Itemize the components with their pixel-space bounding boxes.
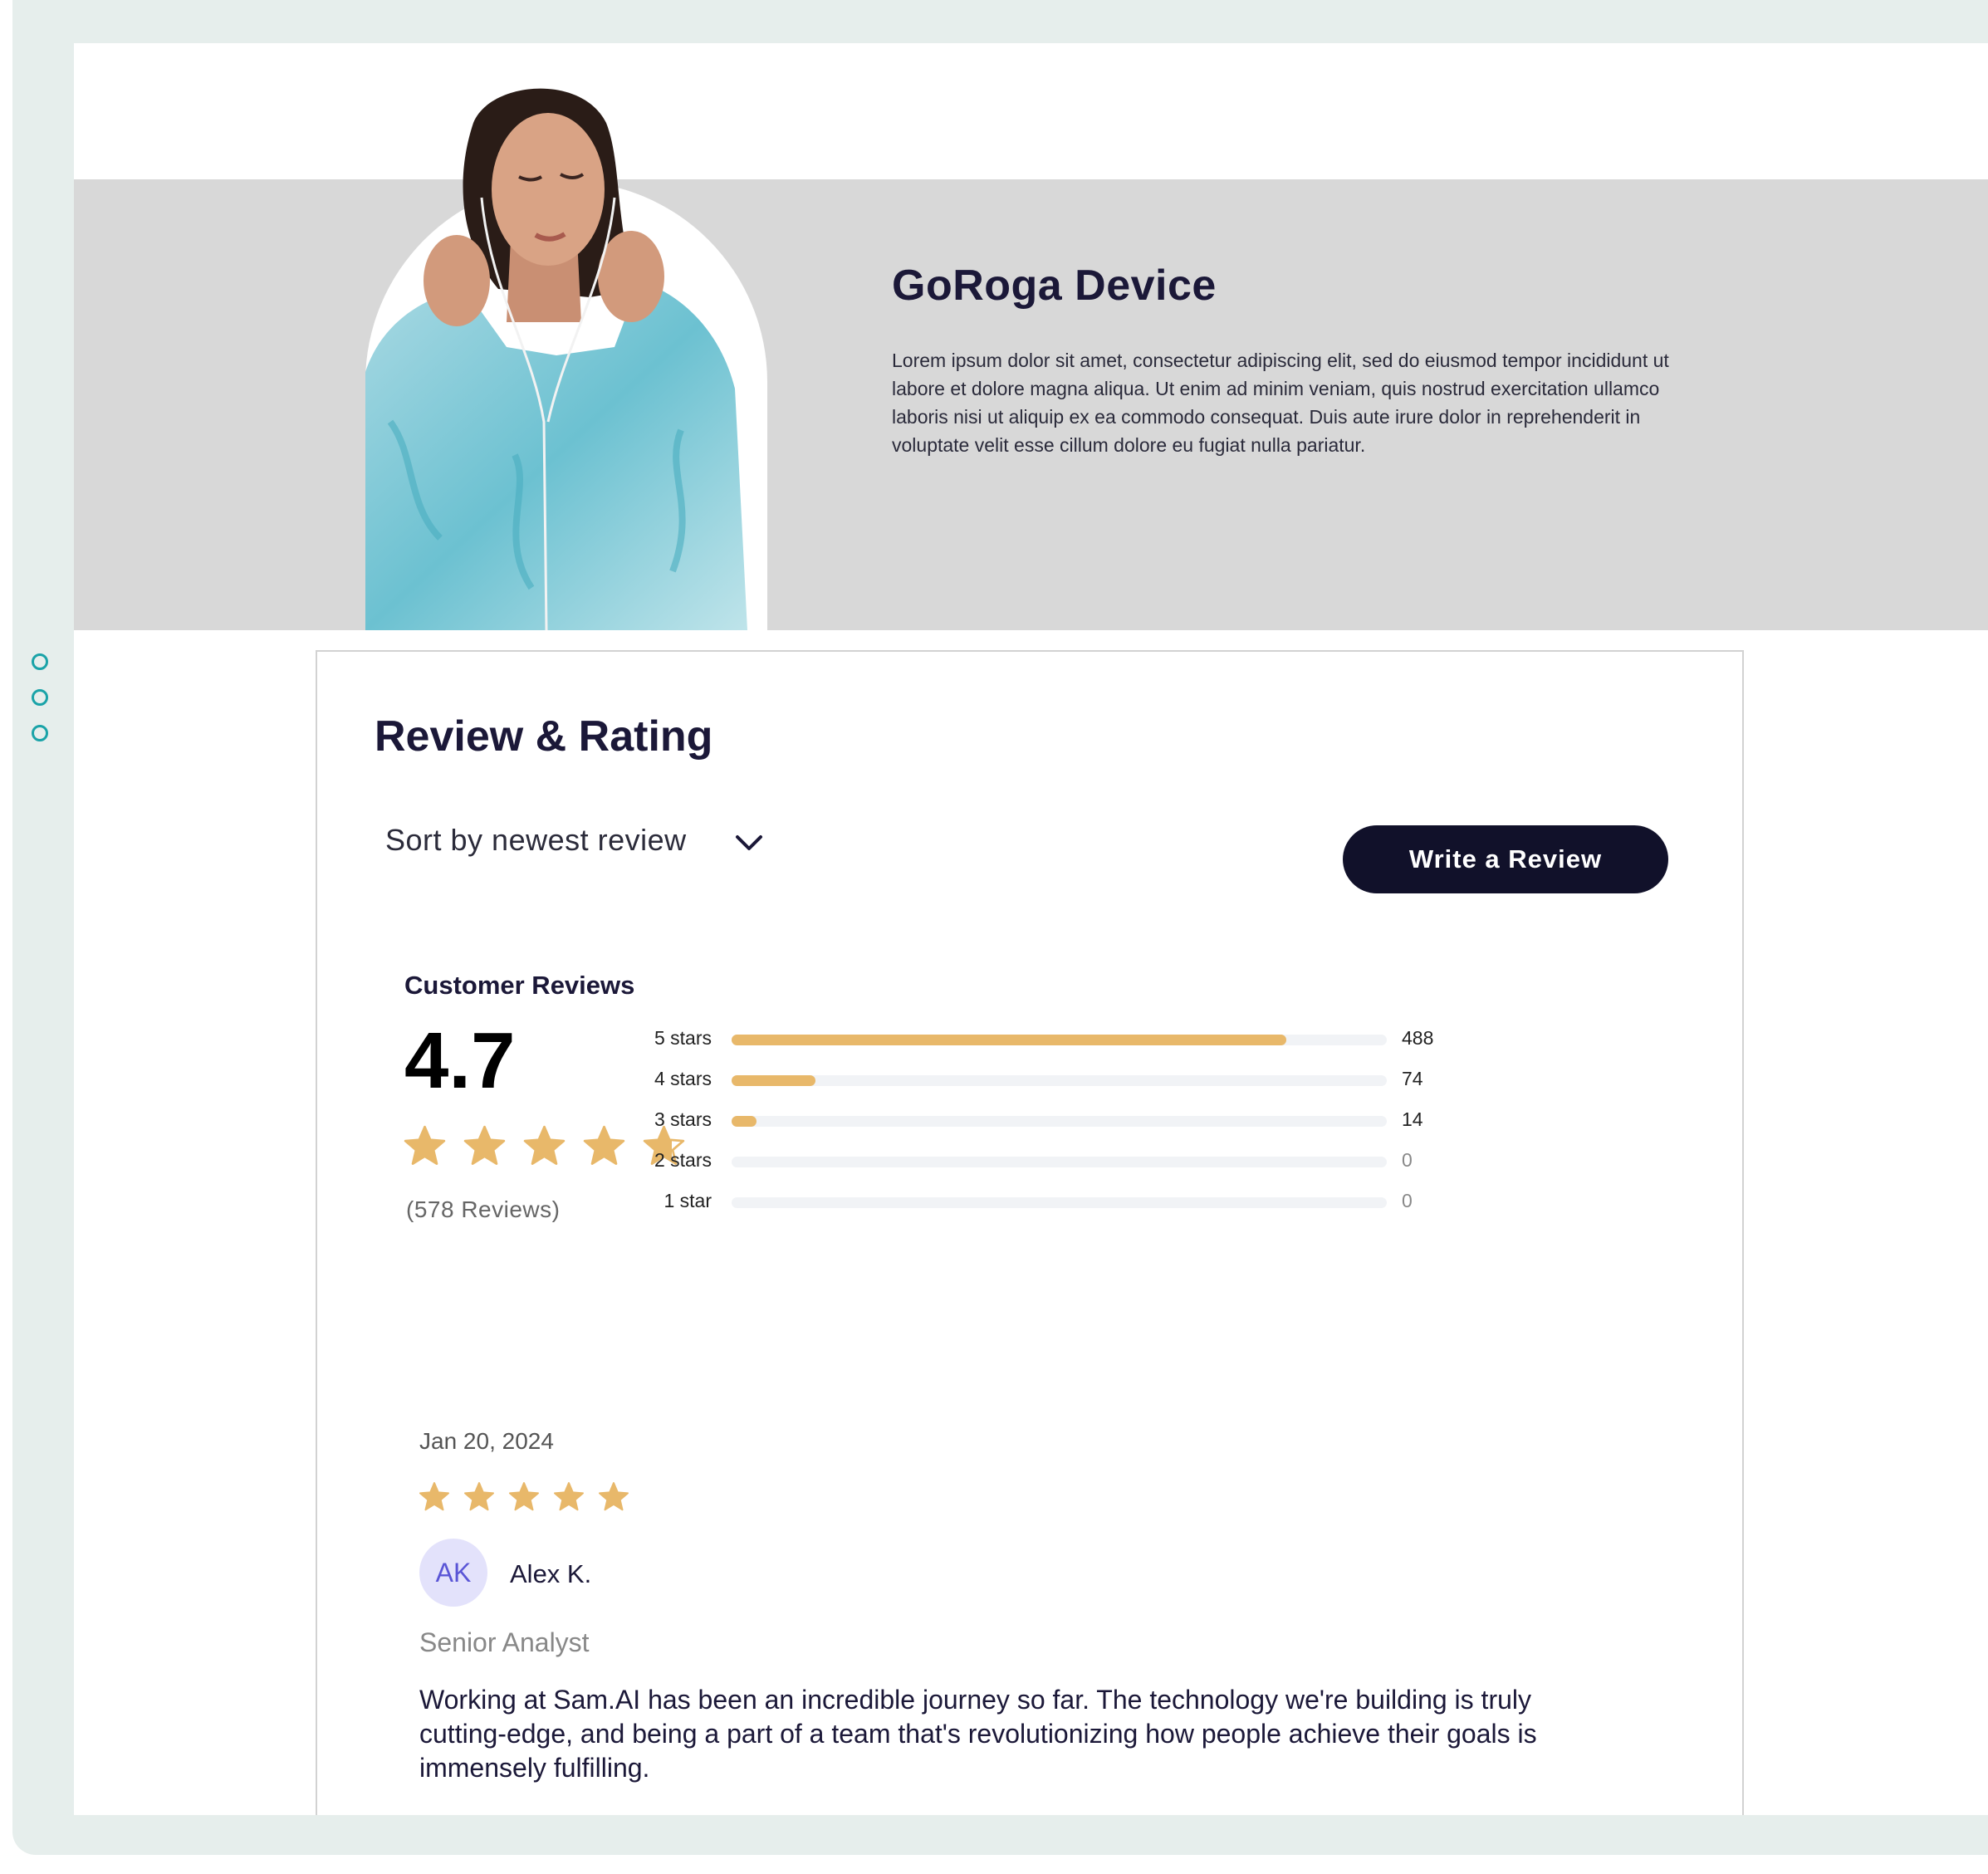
rating-bar-row: 3 stars 14 <box>633 1108 1447 1133</box>
pagination-dot[interactable] <box>32 725 48 741</box>
rating-bar-row: 1 star 0 <box>633 1190 1447 1215</box>
product-model-photo <box>365 88 747 630</box>
star-icon <box>523 1125 566 1165</box>
rating-bar-row: 2 stars 0 <box>633 1149 1447 1174</box>
star-icon <box>509 1482 539 1511</box>
star-icon <box>554 1482 584 1511</box>
rating-bar-count: 0 <box>1402 1149 1413 1171</box>
review-card: Review & Rating Sort by newest review Wr… <box>316 650 1744 1815</box>
page-content: GoRoga Device Lorem ipsum dolor sit amet… <box>74 43 1988 1815</box>
rating-bar-track <box>732 1035 1387 1045</box>
product-title: GoRoga Device <box>892 262 1217 310</box>
rating-bar-label: 5 stars <box>654 1027 712 1049</box>
star-icon <box>464 1482 494 1511</box>
rating-bar-count: 14 <box>1402 1108 1423 1130</box>
rating-bar-track <box>732 1197 1387 1208</box>
section-title: Review & Rating <box>375 712 713 761</box>
rating-bar-fill <box>732 1035 1287 1045</box>
star-icon <box>404 1125 446 1165</box>
write-review-button[interactable]: Write a Review <box>1343 825 1668 893</box>
side-pagination <box>32 653 48 761</box>
review-stars <box>418 1480 642 1514</box>
review-text: Working at Sam.AI has been an incredible… <box>419 1685 1537 1783</box>
pagination-dot[interactable] <box>32 653 48 670</box>
star-icon <box>463 1125 506 1165</box>
avatar: AK <box>419 1539 487 1607</box>
rating-bar-fill <box>732 1075 816 1086</box>
customer-reviews-heading: Customer Reviews <box>404 971 635 1000</box>
star-icon <box>583 1125 625 1165</box>
product-description: Lorem ipsum dolor sit amet, consectetur … <box>892 350 1669 456</box>
rating-bar-track <box>732 1116 1387 1127</box>
sort-label: Sort by newest review <box>385 823 687 857</box>
rating-bar-label: 4 stars <box>654 1068 712 1089</box>
reviewer-name: Alex K. <box>510 1559 592 1588</box>
pagination-dot[interactable] <box>32 689 48 706</box>
star-icon <box>599 1482 629 1511</box>
rating-bar-track <box>732 1075 1387 1086</box>
review-date: Jan 20, 2024 <box>419 1428 554 1454</box>
sort-dropdown[interactable]: Sort by newest review <box>385 823 763 858</box>
star-icon <box>419 1482 449 1511</box>
rating-bar-row: 5 stars 488 <box>633 1027 1447 1052</box>
rating-bar-row: 4 stars 74 <box>633 1068 1447 1093</box>
rating-bar-track <box>732 1157 1387 1167</box>
rating-bar-label: 3 stars <box>654 1108 712 1130</box>
rating-bar-label: 2 stars <box>654 1149 712 1171</box>
average-rating: 4.7 <box>404 1016 516 1105</box>
rating-bar-count: 74 <box>1402 1068 1423 1089</box>
rating-bar-count: 0 <box>1402 1190 1413 1211</box>
rating-bar-count: 488 <box>1402 1027 1434 1049</box>
rating-bar-fill <box>732 1116 757 1127</box>
rating-bar-label: 1 star <box>663 1190 712 1211</box>
reviewer-role: Senior Analyst <box>419 1627 590 1657</box>
review-count: (578 Reviews) <box>406 1196 561 1222</box>
chevron-down-icon <box>735 835 762 850</box>
